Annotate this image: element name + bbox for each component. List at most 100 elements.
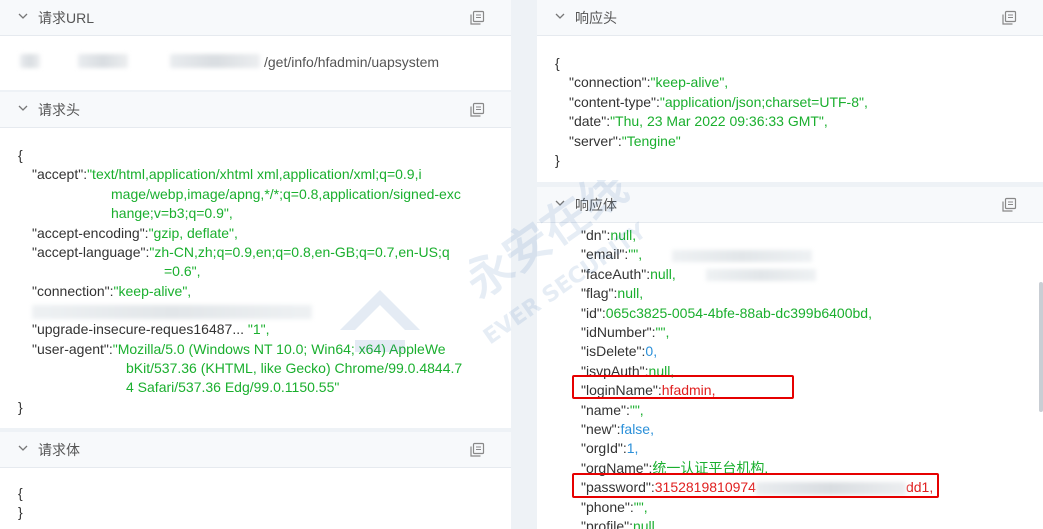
json-entry-faceauth: "faceAuth":null, xyxy=(581,265,1043,284)
copy-icon[interactable] xyxy=(469,102,485,118)
json-value: "application/json;charset=UTF-8", xyxy=(659,93,868,110)
json-value: "", xyxy=(628,246,643,263)
json-value: "Mozilla/5.0 (Windows NT 10.0; Win64; x6… xyxy=(112,340,446,357)
json-key: "isDelete": xyxy=(581,343,646,360)
json-entry: "server":"Tengine" xyxy=(555,132,1043,151)
json-entry-new: "new":false, xyxy=(581,420,1043,439)
close-brace: } xyxy=(18,504,23,521)
json-value-cont: mage/webp,image/apng,*/*;q=0.8,applicati… xyxy=(111,185,461,202)
json-value: "Thu, 23 Mar 2022 09:36:33 GMT", xyxy=(610,113,828,130)
response-headers-header[interactable]: 响应头 xyxy=(537,0,1043,36)
copy-icon[interactable] xyxy=(1001,197,1017,213)
json-value: null, xyxy=(610,227,637,243)
json-value: "keep-alive", xyxy=(113,282,192,299)
open-brace: { xyxy=(18,485,23,501)
chevron-down-icon[interactable] xyxy=(18,11,28,21)
json-value: null, xyxy=(617,285,644,302)
json-key: "profile": xyxy=(581,518,633,529)
json-value: 0, xyxy=(645,343,658,360)
json-value: 1, xyxy=(626,440,639,457)
copy-icon[interactable] xyxy=(1001,10,1017,26)
response-headers-title: 响应头 xyxy=(575,9,617,26)
json-key: "connection": xyxy=(32,282,114,299)
highlight-box-password xyxy=(572,473,939,498)
json-key: "new": xyxy=(581,421,621,438)
redacted-host xyxy=(78,54,128,68)
json-value: 065c3825-0054-4bfe-88ab-dc399b6400bd, xyxy=(605,304,872,321)
chevron-down-icon[interactable] xyxy=(18,103,28,113)
chevron-down-icon[interactable] xyxy=(18,443,28,453)
redacted-text xyxy=(32,304,312,319)
scrollbar[interactable] xyxy=(1039,282,1043,412)
json-key: "name": xyxy=(581,401,630,418)
request-headers-panel: 请求头 { "accept": "text/html,application/x… xyxy=(0,92,511,428)
json-entry-connection: "connection":"keep-alive", xyxy=(18,282,511,301)
highlight-box-loginname xyxy=(572,375,794,399)
json-entry-accept: "accept": "text/html,application/xhtml x… xyxy=(18,165,511,184)
request-url-title: 请求URL xyxy=(38,9,95,26)
json-entry-phone: "phone":"", xyxy=(581,498,1043,517)
json-entry-id: "id":065c3825-0054-4bfe-88ab-dc399b6400b… xyxy=(581,304,1043,323)
json-entry-isdelete: "isDelete":0, xyxy=(581,342,1043,361)
json-key: "date": xyxy=(569,113,611,130)
response-body-title: 响应体 xyxy=(575,196,617,213)
json-entry-orgid: "orgId":1, xyxy=(581,439,1043,458)
json-entry-accept-language: "accept-language":"zh-CN,zh;q=0.9,en;q=0… xyxy=(18,243,511,262)
json-value: "", xyxy=(655,324,670,341)
json-value: "keep-alive", xyxy=(650,74,729,91)
json-key: "user-agent": xyxy=(32,340,113,357)
close-brace: } xyxy=(18,398,23,415)
json-entry-accept-encoding: "accept-encoding":"gzip, deflate", xyxy=(18,224,511,243)
open-brace: { xyxy=(555,55,560,71)
json-key: "server": xyxy=(569,132,622,149)
redacted-host xyxy=(20,54,40,68)
json-key: "content-type": xyxy=(569,93,660,110)
copy-icon[interactable] xyxy=(469,442,485,458)
request-body-panel: 请求体 { } xyxy=(0,432,511,529)
json-entry: "connection":"keep-alive", xyxy=(555,73,1043,92)
json-key: "flag": xyxy=(581,285,618,302)
json-value: "", xyxy=(633,498,648,515)
json-entry-idnumber: "idNumber":"", xyxy=(581,323,1043,342)
json-key: "phone": xyxy=(581,498,634,515)
json-entry-upgrade-insecure: "upgrade-insecure-reques16487... "1", xyxy=(18,320,511,339)
json-entry-user-agent: "user-agent":"Mozilla/5.0 (Windows NT 10… xyxy=(18,340,511,359)
json-key: "accept": xyxy=(32,166,88,183)
json-value: false, xyxy=(620,421,654,438)
response-headers-json: { "connection":"keep-alive", "content-ty… xyxy=(537,36,1043,170)
json-value: "", xyxy=(629,401,644,418)
json-value: "1", xyxy=(247,321,270,338)
json-entry-dn: "dn":null, xyxy=(581,226,1043,245)
json-value-cont: 4 Safari/537.36 Edg/99.0.1150.55" xyxy=(126,379,340,396)
json-key: "upgrade-insecure-reques16487... xyxy=(32,321,244,338)
json-value: null, xyxy=(632,518,659,529)
request-headers-header[interactable]: 请求头 xyxy=(0,92,511,128)
request-url-value: /get/info/hfadmin/uapsystem xyxy=(264,54,440,70)
redacted-text xyxy=(705,269,816,282)
json-entry-email: "email":"", xyxy=(581,245,1043,264)
json-entry-name: "name":"", xyxy=(581,401,1043,420)
request-body-json: { } xyxy=(0,468,511,523)
json-value: "gzip, deflate", xyxy=(148,224,238,241)
json-key: "connection": xyxy=(569,74,651,91)
chevron-down-icon[interactable] xyxy=(555,11,565,21)
json-value: "zh-CN,zh;q=0.9,en;q=0.8,en-GB;q=0.7,en-… xyxy=(149,244,450,261)
request-url-header[interactable]: 请求URL xyxy=(0,0,511,36)
json-key: "accept-encoding": xyxy=(32,224,149,241)
response-body-header[interactable]: 响应体 xyxy=(537,187,1043,223)
json-value: "text/html,application/xhtml xml,applica… xyxy=(87,166,422,183)
json-value-cont: hange;v=b3;q=0.9", xyxy=(111,205,233,222)
redacted-text xyxy=(672,249,813,262)
request-url-panel: 请求URL /get/info/hfadmin/uapsystem xyxy=(0,0,511,90)
json-key: "idNumber": xyxy=(581,324,656,341)
chevron-down-icon[interactable] xyxy=(555,198,565,208)
json-key: "accept-language": xyxy=(32,244,150,261)
json-key: "dn": xyxy=(581,227,611,243)
close-brace: } xyxy=(555,152,560,169)
open-brace: { xyxy=(18,147,23,163)
json-key: "id": xyxy=(581,304,606,321)
request-body-header[interactable]: 请求体 xyxy=(0,432,511,468)
request-body-title: 请求体 xyxy=(38,441,80,458)
json-value: null, xyxy=(650,265,676,282)
copy-icon[interactable] xyxy=(469,10,485,26)
